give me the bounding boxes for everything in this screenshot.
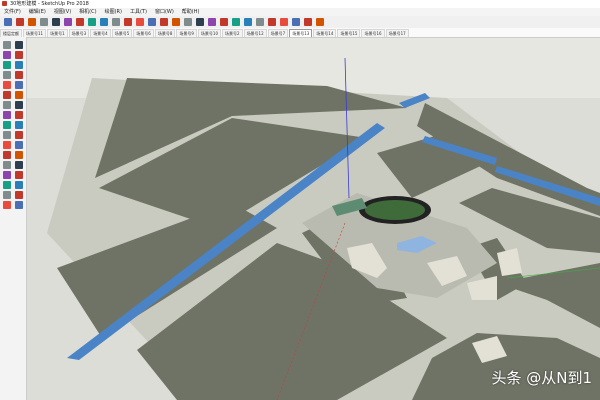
line-icon[interactable] [3, 61, 11, 69]
left-view-icon[interactable] [244, 18, 252, 26]
scene-tab[interactable]: 场景号11 [23, 29, 47, 37]
scene-tab[interactable]: 场景号5 [111, 29, 133, 37]
xray-icon[interactable] [256, 18, 264, 26]
text-icon[interactable] [15, 141, 23, 149]
menu-item[interactable]: 绘图(R) [101, 8, 126, 16]
model-scene[interactable] [27, 38, 600, 400]
zoom-window-icon[interactable] [15, 171, 23, 179]
rectangle-icon[interactable] [3, 71, 11, 79]
zoom-extents-icon[interactable] [172, 18, 180, 26]
scene-tab[interactable]: 场景号7 [267, 29, 289, 37]
menu-item[interactable]: 窗口(W) [151, 8, 178, 16]
scene-tab[interactable]: 场景号2 [222, 29, 243, 37]
scene-tab[interactable]: 场景号16 [361, 29, 385, 37]
scene-tab[interactable]: 场景号3 [68, 29, 90, 37]
scene-tabs: 楼层定额 场景号11 场景号1 场景号3 场景号4 场景号5 场景号6 场景号8 场景号9 场景号… [0, 28, 600, 38]
zoom-icon[interactable] [3, 171, 11, 179]
rotate-icon[interactable] [3, 111, 11, 119]
pan-icon[interactable] [148, 18, 156, 26]
scene-tab[interactable]: 场景号15 [337, 29, 361, 37]
menu-item[interactable]: 编辑(E) [25, 8, 50, 16]
scene-tab[interactable]: 场景号10 [197, 29, 222, 37]
tape-icon[interactable] [112, 18, 120, 26]
pencil-icon[interactable] [28, 18, 36, 26]
offset-icon[interactable] [100, 18, 108, 26]
position-camera-icon[interactable] [3, 191, 11, 199]
tape-measure-icon[interactable] [3, 131, 11, 139]
protractor-icon[interactable] [3, 141, 11, 149]
scene-tab[interactable]: 场景号14 [313, 29, 337, 37]
rectangle-icon[interactable] [52, 18, 60, 26]
scale-icon[interactable] [3, 121, 11, 129]
title-bar: 30地形建模 - SketchUp Pro 2018 [0, 0, 600, 8]
orbit-icon[interactable] [3, 161, 11, 169]
model-viewport[interactable]: 头条 @从N到1 [27, 38, 600, 400]
walk-icon[interactable] [15, 191, 23, 199]
push-pull-icon[interactable] [64, 18, 72, 26]
rotated-rectangle-icon[interactable] [15, 71, 23, 79]
paint-bucket-icon[interactable] [15, 51, 23, 59]
circle-icon[interactable] [3, 81, 11, 89]
freehand-icon[interactable] [15, 61, 23, 69]
top-view-icon[interactable] [196, 18, 204, 26]
menu-item[interactable]: 工具(T) [126, 8, 151, 16]
look-around-icon[interactable] [3, 201, 11, 209]
hidden-line-icon[interactable] [280, 18, 288, 26]
section-plane-icon[interactable] [15, 201, 23, 209]
watermark: 头条 @从N到1 [491, 369, 592, 387]
back-view-icon[interactable] [232, 18, 240, 26]
rotate-icon[interactable] [88, 18, 96, 26]
pie-icon[interactable] [15, 91, 23, 99]
textured-icon[interactable] [304, 18, 312, 26]
shaded-icon[interactable] [292, 18, 300, 26]
3d-text-icon[interactable] [15, 151, 23, 159]
dimension-icon[interactable] [15, 131, 23, 139]
scene-tab[interactable]: 场景号13 [289, 29, 313, 37]
scene-tab[interactable]: 场景号9 [176, 29, 197, 37]
arc-icon[interactable] [3, 91, 11, 99]
zoom-extents-icon[interactable] [3, 181, 11, 189]
left-tool-palette [0, 37, 27, 400]
wireframe-icon[interactable] [268, 18, 276, 26]
scene-tab[interactable]: 场景号12 [243, 29, 267, 37]
arc-icon[interactable] [40, 18, 48, 26]
right-view-icon[interactable] [220, 18, 228, 26]
sketchup-app-icon [2, 1, 7, 6]
menu-bar: 文件(F) 编辑(E) 视图(V) 相机(C) 绘图(R) 工具(T) 窗口(W) 帮助(H) [0, 8, 600, 16]
front-view-icon[interactable] [208, 18, 216, 26]
eraser-icon[interactable] [3, 51, 11, 59]
follow-me-icon[interactable] [15, 111, 23, 119]
make-component-icon[interactable] [15, 41, 23, 49]
push-pull-icon[interactable] [15, 101, 23, 109]
scene-tab[interactable]: 场景号17 [385, 29, 409, 37]
scene-tab[interactable]: 场景号8 [154, 29, 176, 37]
select-icon[interactable] [4, 18, 12, 26]
paint-icon[interactable] [124, 18, 132, 26]
window-title: 30地形建模 - SketchUp Pro 2018 [10, 1, 89, 7]
move-icon[interactable] [3, 101, 11, 109]
pan-icon[interactable] [15, 161, 23, 169]
zoom-icon[interactable] [160, 18, 168, 26]
football-field [365, 200, 425, 220]
menu-item[interactable]: 相机(C) [75, 8, 100, 16]
orbit-icon[interactable] [136, 18, 144, 26]
iso-view-icon[interactable] [184, 18, 192, 26]
monochrome-icon[interactable] [316, 18, 324, 26]
menu-item[interactable]: 文件(F) [0, 8, 25, 16]
offset-icon[interactable] [15, 121, 23, 129]
scene-tab[interactable]: 楼层定额 [0, 29, 22, 37]
polygon-icon[interactable] [15, 81, 23, 89]
select-icon[interactable] [3, 41, 11, 49]
scene-tab[interactable]: 场景号4 [90, 29, 111, 37]
scene-tab[interactable]: 场景号1 [47, 29, 68, 37]
previous-view-icon[interactable] [15, 181, 23, 189]
menu-item[interactable]: 帮助(H) [178, 8, 204, 16]
scene-tab[interactable]: 场景号6 [133, 29, 154, 37]
axes-icon[interactable] [3, 151, 11, 159]
eraser-icon[interactable] [16, 18, 24, 26]
move-icon[interactable] [76, 18, 84, 26]
menu-item[interactable]: 视图(V) [50, 8, 75, 16]
